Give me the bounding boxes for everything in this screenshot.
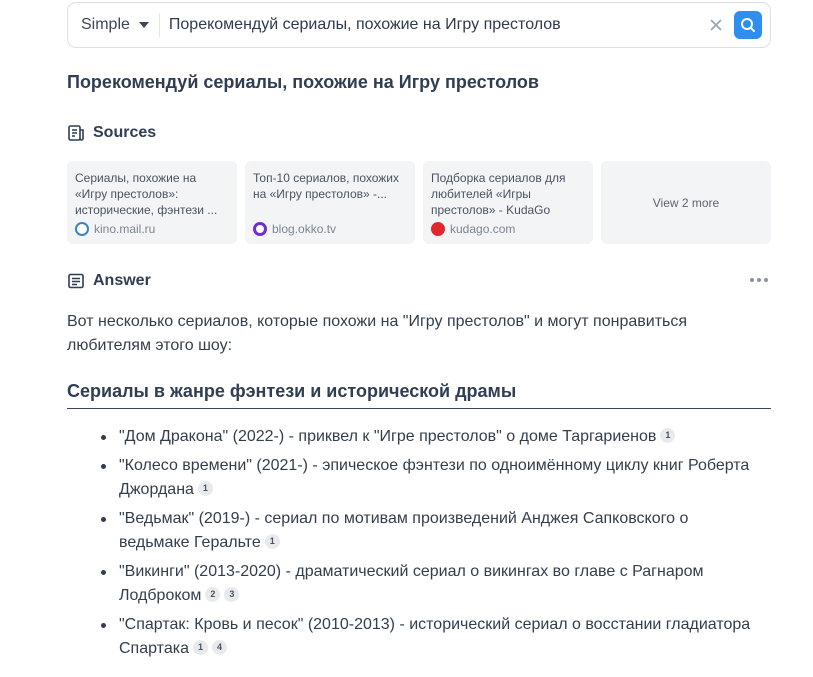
sources-list: Сериалы, похожие на «Игру престолов»: ис…: [67, 161, 771, 244]
view-more-button[interactable]: View 2 more: [601, 161, 771, 244]
citation-badge[interactable]: 1: [264, 534, 280, 549]
citation-badge[interactable]: 2: [205, 587, 221, 602]
source-card[interactable]: Подборка сериалов для любителей «Игры пр…: [423, 161, 593, 244]
mode-label: Simple: [81, 16, 130, 33]
source-title: Сериалы, похожие на «Игру престолов»: ис…: [75, 171, 218, 217]
list-item: "Викинги" (2013-2020) - драматический се…: [101, 560, 759, 608]
source-card[interactable]: Сериалы, похожие на «Игру престолов»: ис…: [67, 161, 237, 244]
source-domain: blog.okko.tv: [272, 222, 337, 236]
list-item: "Дом Дракона" (2022-) - приквел к "Игре …: [101, 425, 759, 449]
answer-subheading: Сериалы в жанре фэнтези и исторической д…: [67, 381, 771, 409]
sources-icon: [68, 125, 84, 141]
clear-button[interactable]: [706, 15, 726, 35]
close-icon: [710, 19, 722, 31]
search-button[interactable]: [734, 11, 762, 39]
page-title: Порекомендуй сериалы, похожие на Игру пр…: [67, 72, 539, 92]
answer-icon: [68, 273, 84, 289]
kino-mail-favicon-icon: [75, 222, 89, 236]
caret-down-icon: [138, 22, 149, 28]
answer-heading: Answer: [67, 272, 151, 290]
list-item: "Спартак: Кровь и песок" (2010-2013) - и…: [101, 613, 759, 661]
kudago-favicon-icon: [431, 222, 445, 236]
source-title: Топ-10 сериалов, похожих на «Игру престо…: [253, 171, 399, 201]
list-item-text: "Ведьмак" (2019-) - сериал по мотивам пр…: [119, 510, 689, 551]
source-title: Подборка сериалов для любителей «Игры пр…: [431, 171, 566, 217]
citation-badge[interactable]: 1: [660, 428, 676, 443]
sources-heading: Sources: [67, 124, 156, 142]
okko-favicon-icon: [253, 222, 267, 236]
more-options-icon[interactable]: [750, 278, 768, 282]
source-domain: kudago.com: [450, 222, 516, 236]
mode-dropdown[interactable]: Simple: [68, 3, 159, 47]
citation-badge[interactable]: 1: [192, 640, 208, 655]
answer-heading-label: Answer: [93, 272, 151, 289]
answer-list: "Дом Дракона" (2022-) - приквел к "Игре …: [101, 425, 759, 666]
sources-heading-label: Sources: [93, 124, 157, 141]
answer-intro: Вот несколько сериалов, которые похожи н…: [67, 313, 688, 354]
list-item-text: "Дом Дракона" (2022-) - приквел к "Игре …: [119, 428, 657, 445]
citation-badge[interactable]: 1: [197, 481, 213, 496]
source-domain: kino.mail.ru: [94, 222, 156, 236]
search-icon: [741, 18, 755, 32]
citation-badge[interactable]: 3: [224, 587, 240, 602]
list-item: "Колесо времени" (2021-) - эпическое фэн…: [101, 454, 759, 502]
search-bar: Simple: [67, 2, 771, 48]
list-item-text: "Колесо времени" (2021-) - эпическое фэн…: [119, 457, 750, 498]
source-card[interactable]: Топ-10 сериалов, похожих на «Игру престо…: [245, 161, 415, 244]
citation-badge[interactable]: 4: [211, 640, 227, 655]
search-input[interactable]: [159, 3, 706, 47]
list-item: "Ведьмак" (2019-) - сериал по мотивам пр…: [101, 507, 759, 555]
